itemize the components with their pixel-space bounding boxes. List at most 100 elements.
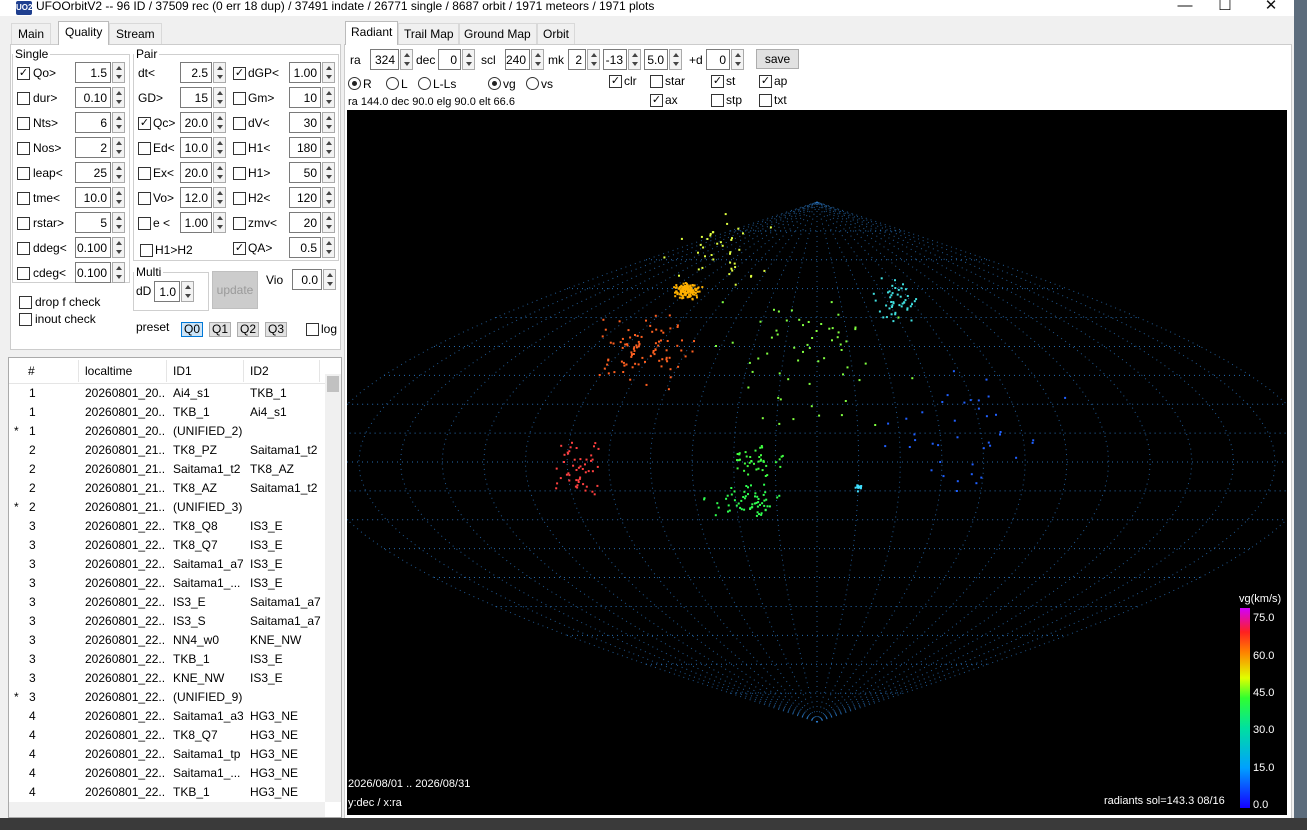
pair2-3-spinner[interactable] — [322, 137, 335, 158]
single-5-checkbox[interactable] — [17, 192, 30, 205]
single-5-input[interactable]: 10.0 — [75, 187, 111, 208]
d-spinner[interactable] — [731, 49, 744, 70]
single-4-input[interactable]: 25 — [75, 162, 111, 183]
header-localtime[interactable]: localtime — [85, 364, 132, 378]
single-3-checkbox[interactable] — [17, 142, 30, 155]
ra-spinner[interactable] — [400, 49, 413, 70]
list-item[interactable]: 3 20260801_22... TK8_Q7 IS3_E — [9, 536, 327, 555]
tab-ground-map[interactable]: Ground Map — [458, 23, 537, 44]
list-item[interactable]: 2 20260801_21... TK8_PZ Saitama1_t2 — [9, 441, 327, 460]
pair1-3-input[interactable]: 10.0 — [180, 137, 212, 158]
preset-q1-button[interactable]: Q1 — [209, 322, 231, 337]
preset-q3-button[interactable]: Q3 — [265, 322, 287, 337]
pair2-2-spinner[interactable] — [322, 112, 335, 133]
header-number[interactable]: # — [28, 364, 35, 378]
list-item[interactable]: 3 20260801_22... TK8_Q8 IS3_E — [9, 517, 327, 536]
minus13-spinner[interactable] — [628, 49, 641, 70]
pair2-4-checkbox[interactable] — [233, 167, 246, 180]
pair1-2-input[interactable]: 20.0 — [180, 112, 212, 133]
radio-vg[interactable] — [488, 77, 501, 90]
single-6-input[interactable]: 5 — [75, 212, 111, 233]
single-1-input[interactable]: 0.10 — [75, 87, 111, 108]
list-item[interactable]: 3 20260801_22... Saitama1_... IS3_E — [9, 574, 327, 593]
vio-input[interactable]: 0.0 — [292, 269, 322, 290]
radiant-plot[interactable]: vg(km/s) 75.0 60.0 45.0 30.0 15.0 0.0 20… — [347, 110, 1287, 815]
single-6-checkbox[interactable] — [17, 217, 30, 230]
list-item[interactable]: * 1 20260801_20... (UNIFIED_2) — [9, 422, 327, 441]
pair2-1-checkbox[interactable] — [233, 92, 246, 105]
list-horizontal-scrollbar[interactable] — [9, 802, 325, 817]
list-item[interactable]: 3 20260801_22... KNE_NW IS3_E — [9, 669, 327, 688]
single-8-spinner[interactable] — [112, 262, 125, 283]
pair1-5-input[interactable]: 12.0 — [180, 187, 212, 208]
single-1-checkbox[interactable] — [17, 92, 30, 105]
dd-input[interactable]: 1.0 — [154, 281, 180, 302]
pair1-2-checkbox[interactable]: ✓ — [138, 117, 151, 130]
single-7-spinner[interactable] — [112, 237, 125, 258]
vio-spinner[interactable] — [323, 269, 336, 290]
pair1-2-spinner[interactable] — [213, 112, 226, 133]
tab-main[interactable]: Main — [11, 23, 52, 44]
list-item[interactable]: 1 20260801_20... Ai4_s1 TKB_1 — [9, 384, 327, 403]
radio-r[interactable] — [348, 77, 361, 90]
pair1-1-input[interactable]: 15 — [180, 87, 212, 108]
update-button[interactable]: update — [212, 271, 258, 309]
star-checkbox[interactable] — [650, 75, 663, 88]
list-vertical-scrollbar[interactable] — [325, 374, 341, 802]
txt-checkbox[interactable] — [759, 94, 772, 107]
list-item[interactable]: 4 20260801_22... Saitama1_tp HG3_NE — [9, 745, 327, 764]
minus13-input[interactable]: -13 — [603, 49, 627, 70]
tab-quality[interactable]: Quality — [58, 21, 110, 45]
five-spinner[interactable] — [669, 49, 682, 70]
dec-input[interactable]: 0 — [438, 49, 461, 70]
pair2-7-input[interactable]: 0.5 — [289, 237, 321, 258]
pair2-7-spinner[interactable] — [322, 237, 335, 258]
preset-q2-button[interactable]: Q2 — [237, 322, 259, 337]
scl-spinner[interactable] — [531, 49, 544, 70]
d-input[interactable]: 0 — [706, 49, 730, 70]
single-8-checkbox[interactable] — [17, 267, 30, 280]
single-3-input[interactable]: 2 — [75, 137, 111, 158]
pair2-6-checkbox[interactable] — [233, 217, 246, 230]
header-id2[interactable]: ID2 — [250, 364, 269, 378]
pair1-5-spinner[interactable] — [213, 187, 226, 208]
list-item[interactable]: 4 20260801_22... TKB_1 HG3_NE — [9, 783, 327, 802]
drop-f-check-checkbox[interactable] — [19, 296, 32, 309]
pair1-6-spinner[interactable] — [213, 212, 226, 233]
single-2-spinner[interactable] — [112, 112, 125, 133]
single-2-input[interactable]: 6 — [75, 112, 111, 133]
pair2-4-spinner[interactable] — [322, 162, 335, 183]
ra-input[interactable]: 324 — [370, 49, 399, 70]
list-scroll-thumb[interactable] — [327, 376, 339, 392]
list-item[interactable]: 2 20260801_21... Saitama1_t2 TK8_AZ — [9, 460, 327, 479]
pair2-0-checkbox[interactable]: ✓ — [233, 67, 246, 80]
single-0-input[interactable]: 1.5 — [75, 62, 111, 83]
pair2-5-checkbox[interactable] — [233, 192, 246, 205]
tab-stream[interactable]: Stream — [109, 23, 162, 44]
list-item[interactable]: * 3 20260801_22... (UNIFIED_9) — [9, 688, 327, 707]
radio-l-ls[interactable] — [418, 77, 431, 90]
pair2-5-input[interactable]: 120 — [289, 187, 321, 208]
mk-spinner[interactable] — [587, 49, 600, 70]
pair1-4-checkbox[interactable] — [138, 167, 151, 180]
single-6-spinner[interactable] — [112, 212, 125, 233]
radio-vs[interactable] — [526, 77, 539, 90]
pair2-7-checkbox[interactable]: ✓ — [233, 242, 246, 255]
h1h2-checkbox[interactable] — [140, 244, 153, 257]
list-item[interactable]: 4 20260801_22... Saitama1_a3 HG3_NE — [9, 707, 327, 726]
pair2-1-input[interactable]: 10 — [289, 87, 321, 108]
pair2-0-spinner[interactable] — [322, 62, 335, 83]
pair2-2-checkbox[interactable] — [233, 117, 246, 130]
dec-spinner[interactable] — [462, 49, 475, 70]
close-button[interactable]: ✕ — [1248, 0, 1294, 16]
list-item[interactable]: * 2 20260801_21... (UNIFIED_3) — [9, 498, 327, 517]
pair1-0-input[interactable]: 2.5 — [180, 62, 212, 83]
tab-radiant[interactable]: Radiant — [345, 21, 399, 45]
pair1-6-input[interactable]: 1.00 — [180, 212, 212, 233]
dd-spinner[interactable] — [181, 281, 194, 302]
list-item[interactable]: 3 20260801_22... IS3_E Saitama1_a7 — [9, 593, 327, 612]
single-2-checkbox[interactable] — [17, 117, 30, 130]
single-4-checkbox[interactable] — [17, 167, 30, 180]
pair2-4-input[interactable]: 50 — [289, 162, 321, 183]
ap-checkbox[interactable]: ✓ — [759, 75, 772, 88]
